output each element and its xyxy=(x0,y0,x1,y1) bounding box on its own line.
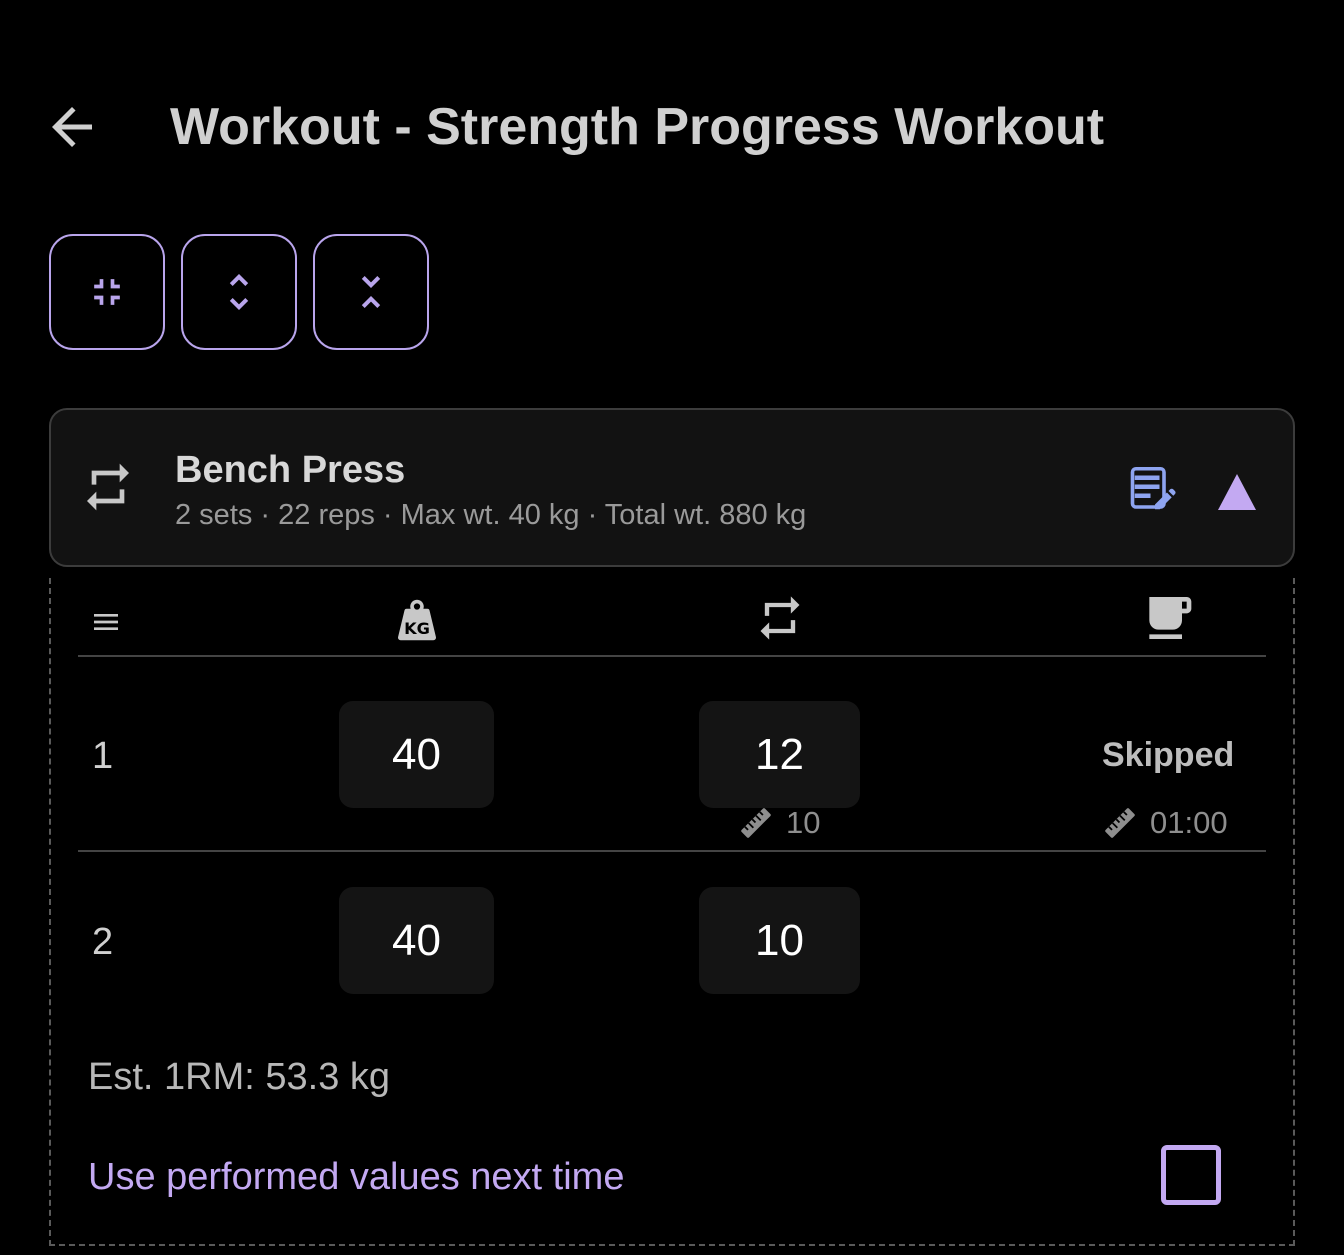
column-header-set xyxy=(86,600,126,644)
exercise-summary: 2 sets · 22 reps · Max wt. 40 kg · Total… xyxy=(175,499,807,531)
use-performed-values-checkbox[interactable] xyxy=(1161,1145,1221,1205)
column-header-reps xyxy=(752,588,808,648)
svg-text:KG: KG xyxy=(404,619,430,638)
ruler-icon xyxy=(1105,808,1135,838)
collapse-all-icon xyxy=(94,279,120,305)
kettlebell-kg-icon: KG xyxy=(398,599,436,641)
ruler-icon xyxy=(741,808,771,838)
column-header-rest xyxy=(1138,588,1198,648)
collapse-sets-button[interactable] xyxy=(313,234,429,350)
arrow-left-icon xyxy=(52,107,92,147)
back-button[interactable] xyxy=(30,85,114,169)
use-performed-values-label[interactable]: Use performed values next time xyxy=(88,1154,624,1200)
set-number: 1 xyxy=(92,735,114,777)
expand-all-button[interactable] xyxy=(181,234,297,350)
reps-target-value: 10 xyxy=(786,805,821,840)
collapse-exercise-button[interactable] xyxy=(1214,470,1260,517)
reps-input[interactable]: 10 xyxy=(699,887,860,994)
triangle-up-icon xyxy=(1218,474,1256,510)
menu-lines-icon xyxy=(94,614,118,630)
reps-input[interactable]: 12 xyxy=(699,701,860,808)
unfold-more-icon xyxy=(229,274,249,310)
collapse-all-button[interactable] xyxy=(49,234,165,350)
reps-target: 10 xyxy=(738,805,820,841)
exercise-type xyxy=(80,455,136,524)
exercise-name: Bench Press xyxy=(175,449,406,491)
exercise-notes-button[interactable] xyxy=(1128,462,1182,521)
rest-target: 01:00 xyxy=(1102,805,1228,841)
page-title: Workout - Strength Progress Workout xyxy=(170,98,1105,156)
rest-target-value: 01:00 xyxy=(1150,805,1228,840)
set-number: 2 xyxy=(92,921,114,963)
repeat-icon xyxy=(87,463,129,511)
rest-status[interactable]: Skipped xyxy=(1102,735,1234,775)
repeat-icon xyxy=(760,596,800,640)
weight-input[interactable]: 40 xyxy=(339,701,494,808)
column-header-weight: KG xyxy=(388,590,446,650)
weight-input[interactable]: 40 xyxy=(339,887,494,994)
estimated-1rm: Est. 1RM: 53.3 kg xyxy=(88,1056,391,1098)
unfold-less-icon xyxy=(361,276,381,308)
coffee-cup-icon xyxy=(1149,597,1192,639)
edit-notes-icon xyxy=(1130,466,1176,510)
sets-container xyxy=(49,578,1295,1246)
header-divider xyxy=(78,655,1266,657)
row-divider xyxy=(78,850,1266,852)
